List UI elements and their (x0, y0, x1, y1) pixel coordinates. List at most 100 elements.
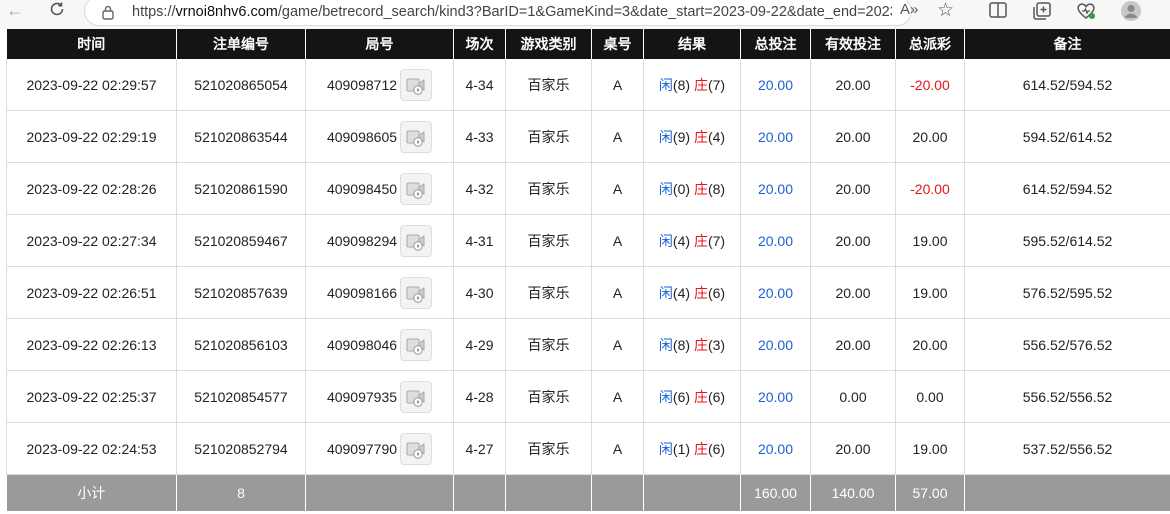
cell-payout: 19.00 (895, 422, 965, 475)
result-banker: 庄(4) (693, 128, 726, 145)
replay-video-icon[interactable] (400, 68, 433, 101)
header-round: 局号 (305, 29, 454, 59)
cell-bet-id: 521020865054 (176, 59, 306, 111)
cell-result: 闲(1) 庄(6) (643, 422, 741, 475)
subtotal-empty (591, 474, 644, 511)
result-player: 闲(1) (658, 440, 691, 457)
table-row: 2023-09-22 02:25:37 521020854577 409097935… (6, 370, 1170, 423)
subtotal-payout: 57.00 (895, 474, 965, 511)
subtotal-total-bet: 160.00 (740, 474, 811, 511)
cell-note: 595.52/614.52 (964, 214, 1170, 267)
cell-time: 2023-09-22 02:29:57 (6, 59, 177, 111)
cell-total-bet: 20.00 (740, 59, 811, 111)
table-row: 2023-09-22 02:26:51 521020857639 409098166… (6, 266, 1170, 319)
cell-session: 4-27 (453, 422, 506, 475)
address-bar[interactable]: https://vrnoi8nhv6.com/game/betrecord_se… (84, 0, 954, 26)
cell-round: 409098294 (305, 214, 454, 267)
lock-icon[interactable] (101, 4, 115, 20)
browser-essentials-icon[interactable] (1075, 2, 1097, 24)
cell-bet-id: 521020859467 (176, 214, 306, 267)
cell-valid-bet: 20.00 (810, 214, 896, 267)
cell-bet-id: 521020856103 (176, 318, 306, 371)
cell-valid-bet: 0.00 (810, 370, 896, 423)
cell-game-type: 百家乐 (505, 266, 592, 319)
cell-note: 556.52/576.52 (964, 318, 1170, 371)
cell-round: 409098166 (305, 266, 454, 319)
table-row: 2023-09-22 02:28:26 521020861590 409098450… (6, 162, 1170, 215)
cell-result: 闲(0) 庄(8) (643, 162, 741, 215)
round-number: 409098294 (326, 232, 398, 249)
header-payout: 总派彩 (895, 29, 965, 59)
cell-time: 2023-09-22 02:24:53 (6, 422, 177, 475)
table-row: 2023-09-22 02:26:13 521020856103 409098046… (6, 318, 1170, 371)
subtotal-empty (964, 474, 1170, 511)
header-result: 结果 (643, 29, 741, 59)
cell-total-bet: 20.00 (740, 422, 811, 475)
cell-table-no: A (591, 422, 644, 475)
subtotal-empty (505, 474, 592, 511)
cell-bet-id: 521020857639 (176, 266, 306, 319)
replay-video-icon[interactable] (400, 276, 433, 309)
cell-time: 2023-09-22 02:27:34 (6, 214, 177, 267)
cell-total-bet: 20.00 (740, 370, 811, 423)
cell-game-type: 百家乐 (505, 110, 592, 163)
cell-game-type: 百家乐 (505, 162, 592, 215)
read-aloud-icon[interactable]: A» (900, 1, 918, 18)
replay-video-icon[interactable] (400, 380, 433, 413)
cell-valid-bet: 20.00 (810, 110, 896, 163)
cell-table-no: A (591, 214, 644, 267)
cell-time: 2023-09-22 02:29:19 (6, 110, 177, 163)
result-player: 闲(4) (658, 232, 691, 249)
cell-payout: 20.00 (895, 110, 965, 163)
header-total-bet: 总投注 (740, 29, 811, 59)
cell-session: 4-33 (453, 110, 506, 163)
round-number: 409098450 (326, 180, 398, 197)
result-player: 闲(4) (658, 284, 691, 301)
cell-session: 4-28 (453, 370, 506, 423)
cell-session: 4-29 (453, 318, 506, 371)
replay-video-icon[interactable] (400, 328, 433, 361)
cell-session: 4-32 (453, 162, 506, 215)
result-banker: 庄(6) (693, 284, 726, 301)
url-text[interactable]: https://vrnoi8nhv6.com/game/betrecord_se… (132, 4, 892, 20)
cell-session: 4-30 (453, 266, 506, 319)
round-number: 409097935 (326, 388, 398, 405)
cell-payout: 19.00 (895, 214, 965, 267)
header-valid-bet: 有效投注 (810, 29, 896, 59)
cell-payout: 20.00 (895, 318, 965, 371)
header-time: 时间 (6, 29, 177, 59)
cell-result: 闲(4) 庄(7) (643, 214, 741, 267)
replay-video-icon[interactable] (400, 172, 433, 205)
cell-total-bet: 20.00 (740, 318, 811, 371)
round-number: 409097790 (326, 440, 398, 457)
split-screen-icon[interactable] (988, 2, 1008, 22)
cell-game-type: 百家乐 (505, 318, 592, 371)
cell-session: 4-34 (453, 59, 506, 111)
result-player: 闲(0) (658, 180, 691, 197)
cell-result: 闲(9) 庄(4) (643, 110, 741, 163)
replay-video-icon[interactable] (400, 120, 433, 153)
cell-round: 409098712 (305, 59, 454, 111)
cell-note: 537.52/556.52 (964, 422, 1170, 475)
back-icon[interactable]: ← (4, 0, 26, 20)
refresh-icon[interactable] (46, 0, 68, 22)
result-banker: 庄(7) (693, 232, 726, 249)
favorite-star-icon[interactable]: ☆ (937, 0, 954, 22)
cell-round: 409097790 (305, 422, 454, 475)
bet-record-table: 时间 注单编号 局号 场次 游戏类别 桌号 结果 总投注 有效投注 总派彩 备注… (6, 29, 1170, 511)
subtotal-label: 小计 (6, 474, 177, 511)
replay-video-icon[interactable] (400, 224, 433, 257)
result-banker: 庄(8) (693, 180, 726, 197)
cell-table-no: A (591, 59, 644, 111)
cell-total-bet: 20.00 (740, 110, 811, 163)
profile-avatar-icon[interactable] (1120, 0, 1142, 26)
cell-bet-id: 521020852794 (176, 422, 306, 475)
cell-payout: -20.00 (895, 162, 965, 215)
collections-icon[interactable] (1032, 2, 1052, 24)
replay-video-icon[interactable] (400, 432, 433, 465)
round-number: 409098166 (326, 284, 398, 301)
cell-result: 闲(8) 庄(3) (643, 318, 741, 371)
result-player: 闲(8) (658, 336, 691, 353)
cell-session: 4-31 (453, 214, 506, 267)
round-number: 409098712 (326, 76, 398, 93)
